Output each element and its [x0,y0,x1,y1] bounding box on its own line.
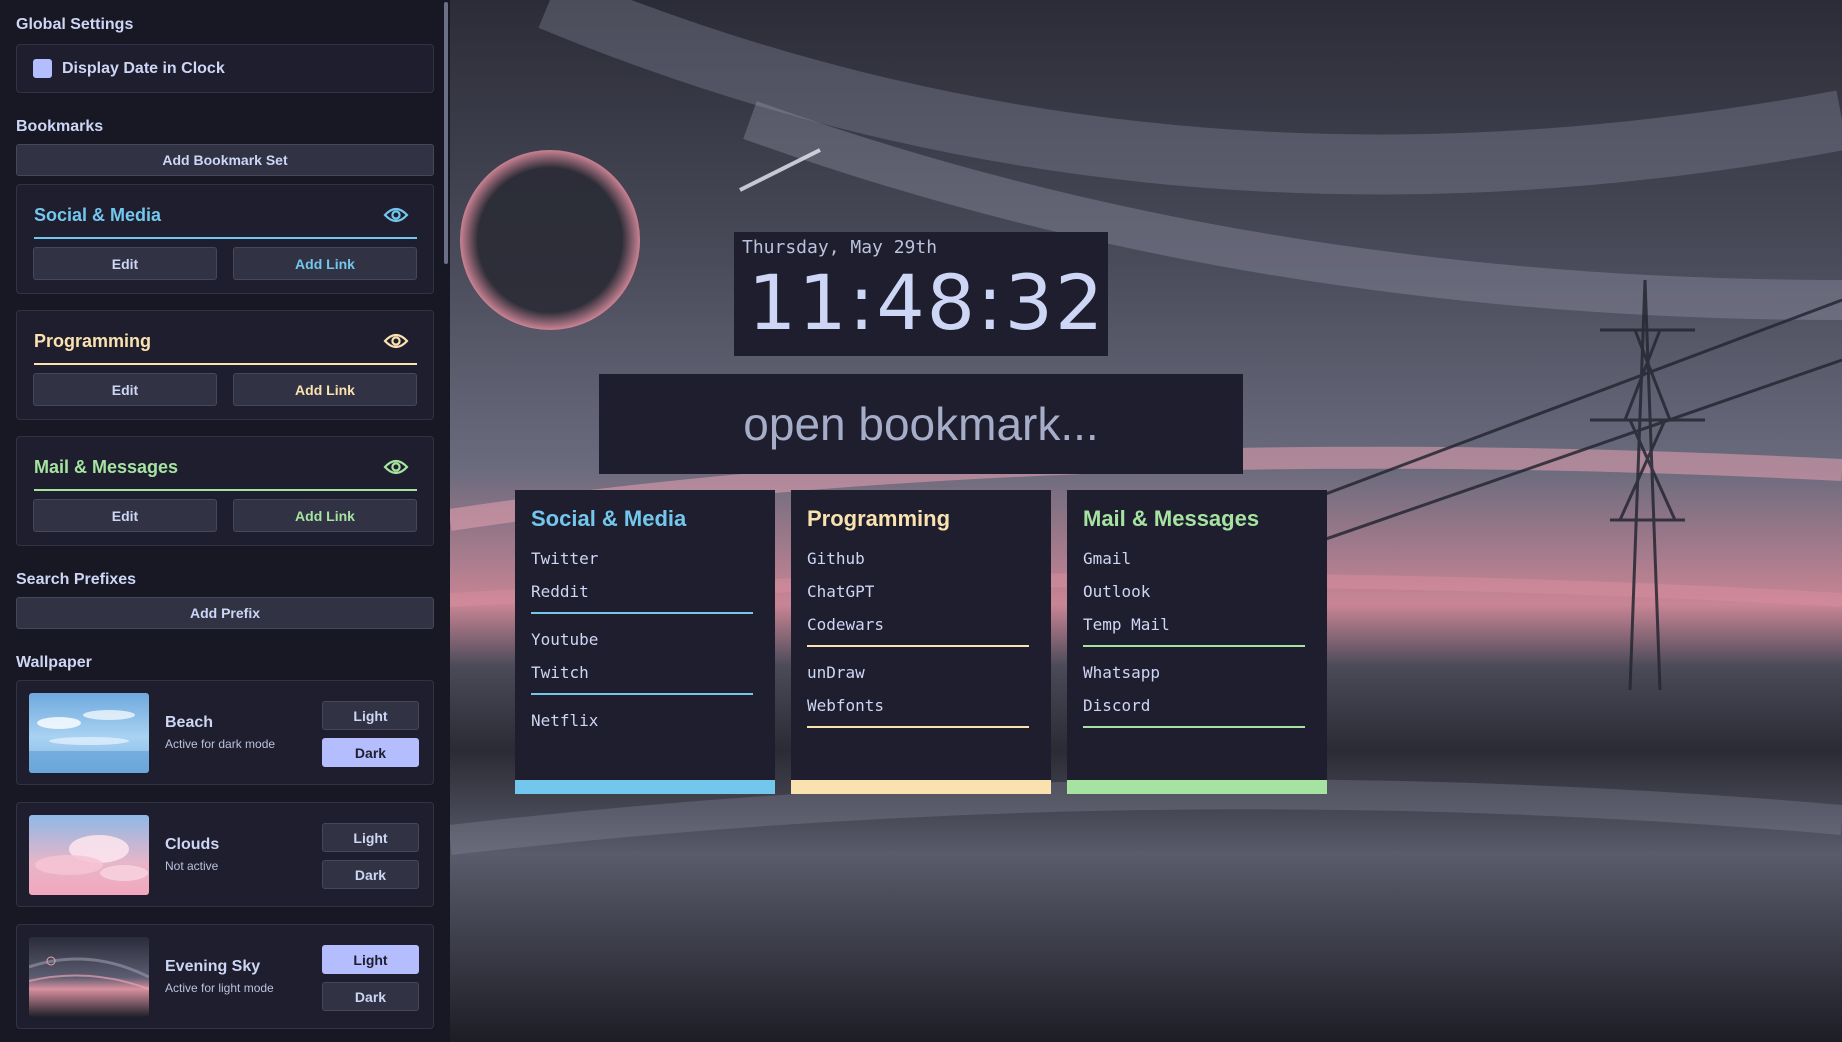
bookmark-set-mail-messages: Mail & Messages Edit Add Link [16,436,434,546]
bookmark-card-links: Twitter Reddit Youtube Twitch Netflix [531,542,753,737]
bookmark-link[interactable]: Reddit [531,575,753,608]
bookmark-link[interactable]: unDraw [807,656,1029,689]
settings-sidebar: Global Settings Display Date in Clock Bo… [0,0,450,1042]
bookmark-set-programming: Programming Edit Add Link [16,310,434,420]
wallpaper-status: Active for dark mode [165,737,276,751]
bookmark-link[interactable]: Github [807,542,1029,575]
bookmark-set-underline [34,237,417,239]
wallpaper-light-button[interactable]: Light [322,945,419,974]
edit-set-button[interactable]: Edit [33,499,217,532]
add-link-button[interactable]: Add Link [233,247,417,280]
bookmark-link[interactable]: Codewars [807,608,1029,641]
bookmark-card: Social & Media Twitter Reddit Youtube Twitc… [515,490,775,794]
bookmark-card: Mail & Messages Gmail Outlook Temp Mail Wha… [1067,490,1327,794]
bookmark-card-color-bar [791,780,1051,794]
bookmark-card-links: Github ChatGPT Codewars unDraw Webfonts [807,542,1029,737]
bookmark-set-title: Mail & Messages [34,457,179,477]
bookmark-card-title: Social & Media [531,506,687,531]
clock-time: 11:48:32 [748,258,1106,347]
bookmark-link[interactable]: ChatGPT [807,575,1029,608]
eye-icon[interactable] [383,457,409,477]
bookmark-set-title: Social & Media [34,205,162,225]
bookmark-link[interactable]: Temp Mail [1083,608,1305,641]
bookmark-link[interactable]: Twitter [531,542,753,575]
display-date-label: Display Date in Clock [62,60,225,77]
wallpaper-thumbnail [29,937,149,1017]
bookmark-card-title: Programming [807,506,951,531]
add-bookmark-set-button[interactable]: Add Bookmark Set [16,144,434,176]
bookmark-card-color-bar [1067,780,1327,794]
edit-set-button[interactable]: Edit [33,373,217,406]
bookmark-search-box[interactable] [599,374,1243,474]
wallpaper-light-button[interactable]: Light [322,823,419,852]
bookmark-card-links: Gmail Outlook Temp Mail Whatsapp Discord [1083,542,1305,737]
clock-date: Thursday, May 29th [742,237,938,258]
wallpaper-name: Evening Sky [165,958,261,975]
bookmark-link[interactable]: Webfonts [807,689,1029,722]
bookmark-set-social-media: Social & Media Edit Add Link [16,184,434,294]
bookmark-link[interactable]: Youtube [531,623,753,656]
bookmark-card-color-bar [515,780,775,794]
bookmark-link[interactable]: Twitch [531,656,753,689]
search-prefixes-heading: Search Prefixes [16,571,137,588]
bookmark-group-separator [531,693,753,695]
eye-icon[interactable] [383,331,409,351]
wallpaper-thumbnail [29,815,149,895]
bookmark-link[interactable]: Gmail [1083,542,1305,575]
wallpaper-status: Not active [165,859,219,873]
clock-widget: Thursday, May 29th 11:48:32 [734,232,1108,356]
bookmark-set-underline [34,489,417,491]
bookmarks-heading: Bookmarks [16,118,104,135]
bookmark-group-separator [807,645,1029,647]
bookmark-card-title: Mail & Messages [1083,506,1260,531]
display-date-checkbox[interactable] [33,59,52,78]
wallpaper-status: Active for light mode [165,981,274,995]
bookmark-link[interactable]: Outlook [1083,575,1305,608]
wallpaper-thumbnail [29,693,149,773]
add-link-button[interactable]: Add Link [233,499,417,532]
eye-icon[interactable] [383,205,409,225]
start-page: Thursday, May 29th 11:48:32 Social & Med… [450,0,1842,1042]
bookmark-search-input[interactable] [599,374,1243,474]
wallpaper-heading: Wallpaper [16,654,92,671]
sidebar-scrollbar[interactable] [444,2,448,264]
bookmark-link[interactable]: Whatsapp [1083,656,1305,689]
bookmark-card: Programming Github ChatGPT Codewars unDraw W… [791,490,1051,794]
wallpaper-name: Clouds [165,836,220,853]
wallpaper-item-clouds: Clouds Not active Light Dark [16,802,434,907]
bookmark-link[interactable]: Netflix [531,704,753,737]
bookmark-link[interactable]: Discord [1083,689,1305,722]
edit-set-button[interactable]: Edit [33,247,217,280]
wallpaper-item-evening-sky: Evening Sky Active for light mode Light … [16,924,434,1029]
wallpaper-dark-button[interactable]: Dark [322,982,419,1011]
wallpaper-dark-button[interactable]: Dark [322,738,419,767]
bookmark-group-separator [531,612,753,614]
display-date-setting[interactable]: Display Date in Clock [16,44,434,93]
add-prefix-button[interactable]: Add Prefix [16,597,434,629]
wallpaper-light-button[interactable]: Light [322,701,419,730]
wallpaper-name: Beach [165,714,214,731]
bookmark-group-separator [1083,726,1305,728]
bookmark-set-underline [34,363,417,365]
wallpaper-item-beach: Beach Active for dark mode Light Dark [16,680,434,785]
bookmark-group-separator [807,726,1029,728]
add-link-button[interactable]: Add Link [233,373,417,406]
bookmark-set-title: Programming [34,331,152,351]
wallpaper-dark-button[interactable]: Dark [322,860,419,889]
bookmark-group-separator [1083,645,1305,647]
global-settings-heading: Global Settings [16,16,134,33]
